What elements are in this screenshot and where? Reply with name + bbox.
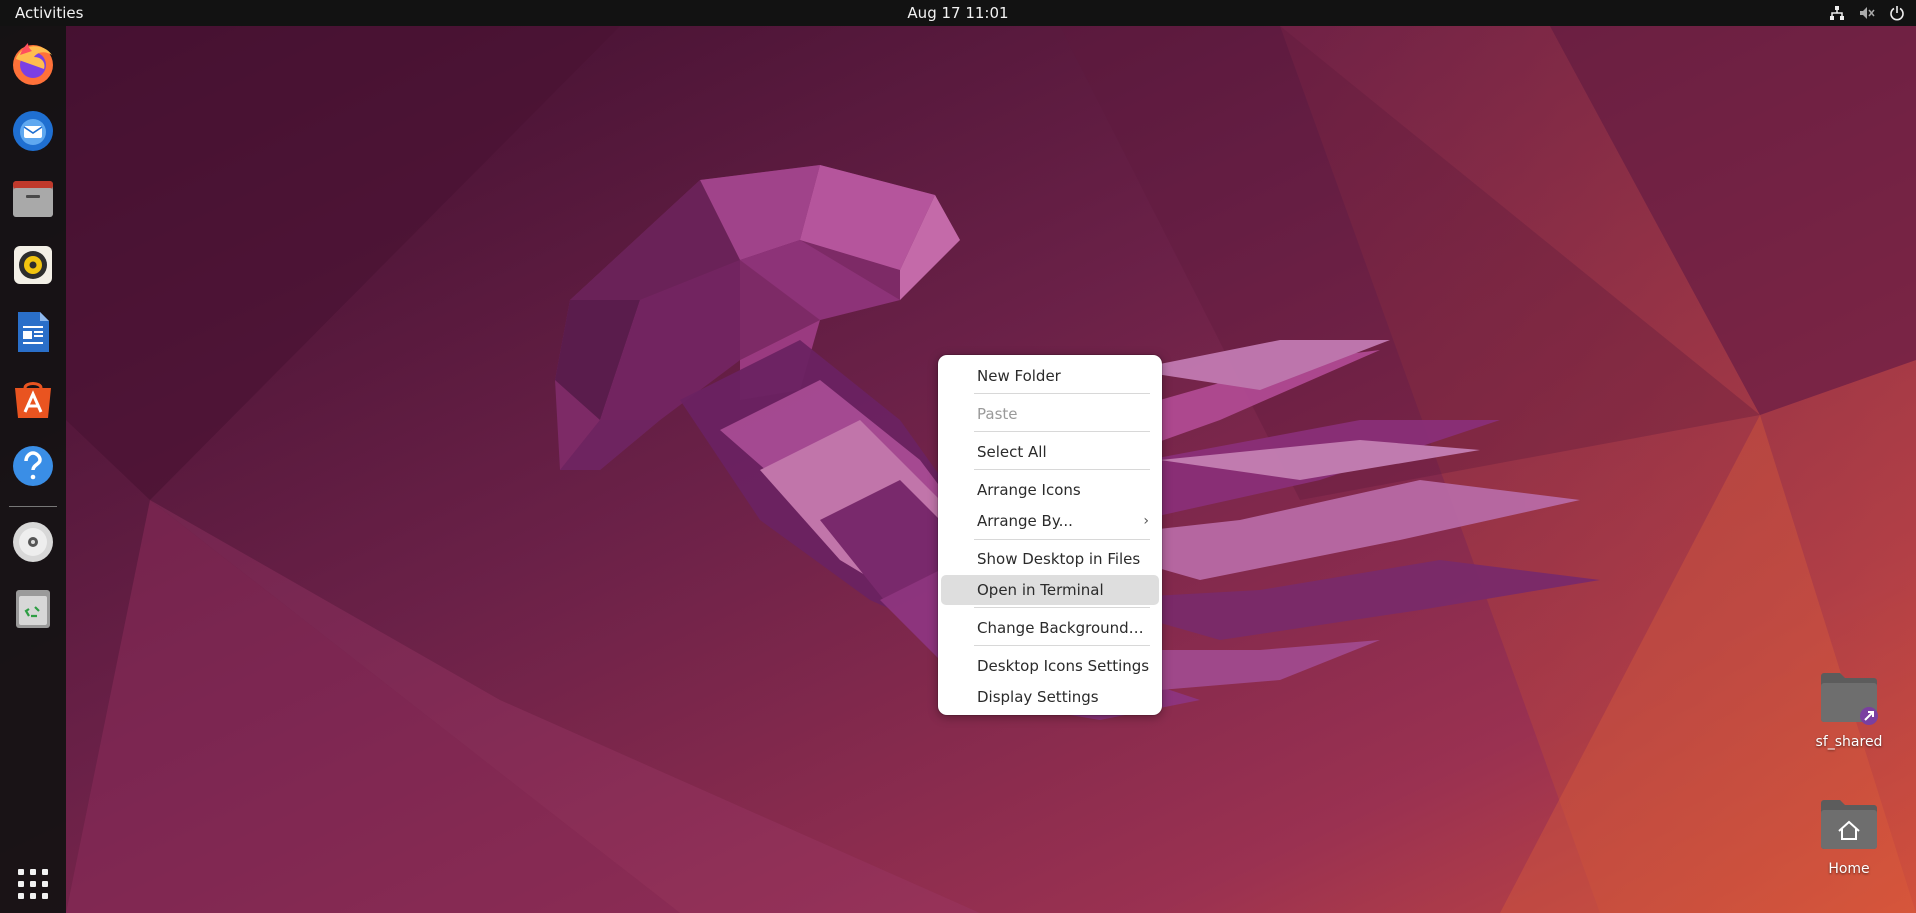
network-icon[interactable] [1828, 4, 1846, 22]
firefox-icon [13, 43, 53, 85]
menu-separator [974, 431, 1150, 432]
desktop[interactable]: Activities Aug 17 11:01 sf_shared Home N… [0, 0, 1916, 913]
menu-separator [974, 539, 1150, 540]
dock-item-files[interactable] [5, 170, 61, 226]
dock-separator [9, 506, 57, 507]
desktop-icon-sf-shared[interactable]: sf_shared [1807, 670, 1891, 750]
system-status-area[interactable] [1828, 0, 1906, 26]
software-icon [15, 382, 51, 418]
files-icon [13, 181, 53, 217]
trash-icon [16, 590, 50, 628]
menu-separator [974, 607, 1150, 608]
writer-icon [18, 312, 49, 352]
volume-muted-icon[interactable] [1858, 4, 1876, 22]
app-grid-icon [18, 869, 48, 899]
clock-button[interactable]: Aug 17 11:01 [907, 4, 1008, 22]
dock-item-libreoffice-writer[interactable] [5, 304, 61, 360]
menu-separator [974, 393, 1150, 394]
dock [0, 26, 66, 913]
desktop-context-menu: New Folder Paste Select All Arrange Icon… [938, 355, 1162, 715]
menu-item-new-folder[interactable]: New Folder [941, 361, 1159, 391]
menu-separator [974, 469, 1150, 470]
dock-item-help[interactable] [5, 438, 61, 494]
menu-item-change-background[interactable]: Change Background… [941, 613, 1159, 643]
clock: Aug 17 11:01 [0, 0, 1916, 26]
top-bar: Activities Aug 17 11:01 [0, 0, 1916, 26]
desktop-icon-label: Home [1828, 861, 1870, 877]
dock-item-disc[interactable] [5, 514, 61, 570]
dock-item-rhythmbox[interactable] [5, 237, 61, 293]
dock-item-ubuntu-software[interactable] [5, 371, 61, 427]
chevron-right-icon: › [1143, 513, 1149, 529]
rhythmbox-icon [14, 246, 52, 284]
menu-separator [974, 645, 1150, 646]
activities-button[interactable]: Activities [0, 0, 98, 26]
menu-item-arrange-by[interactable]: Arrange By... › [941, 506, 1159, 536]
menu-item-open-in-terminal[interactable]: Open in Terminal [941, 575, 1159, 605]
menu-item-paste: Paste [977, 405, 1018, 423]
desktop-icon-home[interactable]: Home [1807, 797, 1891, 877]
desktop-icon-label: sf_shared [1815, 734, 1883, 750]
thunderbird-icon [13, 111, 53, 151]
dock-item-firefox[interactable] [5, 36, 61, 92]
menu-item-desktop-icons-settings[interactable]: Desktop Icons Settings [941, 651, 1159, 681]
home-folder-icon [1821, 800, 1877, 849]
menu-item-show-desktop-in-files[interactable]: Show Desktop in Files [941, 544, 1159, 574]
menu-item-arrange-icons[interactable]: Arrange Icons [941, 475, 1159, 505]
power-icon[interactable] [1888, 4, 1906, 22]
folder-link-icon [1821, 673, 1878, 725]
dock-item-trash[interactable] [5, 581, 61, 637]
show-applications-button[interactable] [5, 856, 61, 912]
disc-icon [13, 522, 53, 562]
dock-item-thunderbird[interactable] [5, 103, 61, 159]
menu-item-label: Arrange By... [977, 512, 1073, 530]
menu-item-display-settings[interactable]: Display Settings [941, 682, 1159, 712]
menu-item-select-all[interactable]: Select All [941, 437, 1159, 467]
help-icon [13, 446, 53, 486]
